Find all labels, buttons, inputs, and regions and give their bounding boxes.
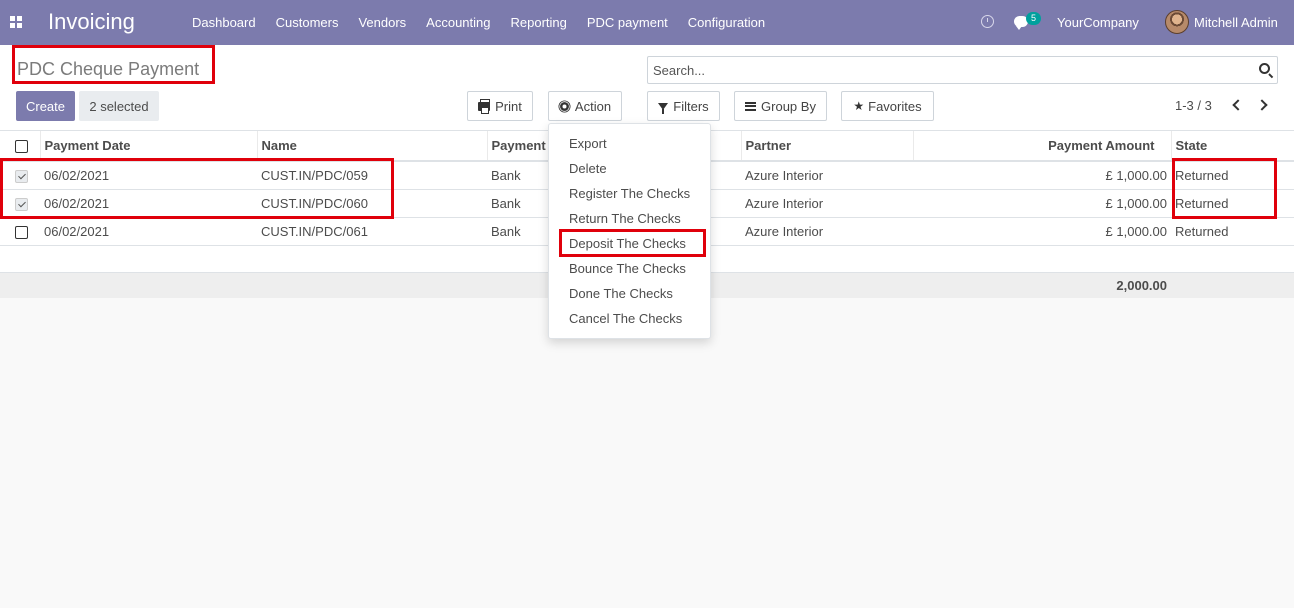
control-panel: PDC Cheque Payment Create 2 selected Pri…: [0, 45, 1294, 131]
column-partner[interactable]: Partner: [740, 131, 913, 162]
search-input[interactable]: [648, 57, 1238, 83]
user-menu[interactable]: Mitchell Admin: [1194, 15, 1278, 30]
bars-icon: [745, 101, 757, 111]
selected-count: 2 selected: [79, 91, 159, 121]
cell-state: Returned: [1171, 217, 1294, 246]
menu-customers[interactable]: Customers: [266, 15, 349, 30]
top-navbar: Invoicing Dashboard Customers Vendors Ac…: [0, 0, 1294, 45]
pager-value[interactable]: 1-3 / 3: [1175, 98, 1212, 113]
favorites-button[interactable]: ★ Favorites: [841, 91, 934, 121]
search-bar: [647, 56, 1278, 84]
search-icon[interactable]: [1259, 63, 1270, 74]
cell-partner: Azure Interior: [741, 161, 913, 190]
app-brand[interactable]: Invoicing: [48, 9, 135, 35]
menu-vendors[interactable]: Vendors: [348, 15, 416, 30]
create-button[interactable]: Create: [16, 91, 75, 121]
action-dropdown-menu: Export Delete Register The Checks Return…: [548, 123, 711, 339]
cell-name: CUST.IN/PDC/060: [257, 189, 487, 218]
menu-item-register-checks[interactable]: Register The Checks: [549, 181, 710, 206]
menu-reporting[interactable]: Reporting: [501, 15, 577, 30]
row-checkbox[interactable]: [15, 225, 28, 239]
cell-state: Returned: [1171, 189, 1294, 218]
filters-label: Filters: [673, 98, 709, 114]
menu-item-bounce-checks[interactable]: Bounce The Checks: [549, 256, 710, 281]
cell-payment-date: 06/02/2021: [40, 217, 257, 246]
menu-item-export[interactable]: Export: [549, 131, 710, 156]
select-all-checkbox[interactable]: [15, 140, 28, 154]
menu-accounting[interactable]: Accounting: [416, 15, 500, 30]
favorites-label: Favorites: [868, 98, 922, 114]
chevron-left-icon[interactable]: [1229, 98, 1243, 112]
activity-clock-icon[interactable]: [981, 15, 994, 28]
print-label: Print: [495, 98, 522, 114]
print-button[interactable]: Print: [467, 91, 533, 121]
column-state[interactable]: State: [1170, 131, 1294, 162]
menu-item-return-checks[interactable]: Return The Checks: [549, 206, 710, 231]
row-checkbox[interactable]: [15, 197, 28, 211]
chat-count-badge: 5: [1026, 12, 1041, 25]
menu-item-delete[interactable]: Delete: [549, 156, 710, 181]
user-avatar[interactable]: [1165, 10, 1189, 34]
cell-payment-date: 06/02/2021: [40, 189, 257, 218]
main-menu: Dashboard Customers Vendors Accounting R…: [182, 0, 775, 45]
gear-icon: [560, 101, 569, 111]
cell-payment-date: 06/02/2021: [40, 161, 257, 190]
filter-icon: [658, 102, 669, 114]
printer-icon: [478, 98, 491, 114]
menu-pdc-payment[interactable]: PDC payment: [577, 15, 678, 30]
menu-item-deposit-checks[interactable]: Deposit The Checks: [549, 231, 710, 256]
chevron-right-icon[interactable]: [1256, 98, 1270, 112]
cell-name: CUST.IN/PDC/061: [257, 217, 487, 246]
action-button[interactable]: Action: [548, 91, 622, 121]
action-label: Action: [574, 98, 612, 114]
cell-name: CUST.IN/PDC/059: [257, 161, 487, 190]
star-icon: ★: [853, 99, 865, 113]
filters-button[interactable]: Filters: [647, 91, 720, 121]
cell-state: Returned: [1171, 161, 1294, 190]
column-payment-amount[interactable]: Payment Amount: [912, 131, 1171, 162]
menu-configuration[interactable]: Configuration: [678, 15, 775, 30]
company-switcher[interactable]: YourCompany: [1057, 15, 1139, 30]
cell-amount: £ 1,000.00: [913, 161, 1171, 190]
menu-item-cancel-checks[interactable]: Cancel The Checks: [549, 306, 710, 331]
page-title: PDC Cheque Payment: [17, 59, 200, 79]
row-checkbox[interactable]: [15, 169, 28, 183]
cell-partner: Azure Interior: [741, 189, 913, 218]
apps-menu-icon[interactable]: [10, 16, 22, 28]
menu-item-done-checks[interactable]: Done The Checks: [549, 281, 710, 306]
column-payment-date[interactable]: Payment Date: [39, 131, 257, 162]
group-by-button[interactable]: Group By: [734, 91, 827, 121]
cell-amount: £ 1,000.00: [913, 217, 1171, 246]
cell-partner: Azure Interior: [741, 217, 913, 246]
cell-amount: £ 1,000.00: [913, 189, 1171, 218]
total-amount: 2,000.00: [913, 272, 1171, 298]
column-name[interactable]: Name: [256, 131, 487, 162]
menu-dashboard[interactable]: Dashboard: [182, 15, 266, 30]
group-by-label: Group By: [761, 98, 816, 114]
